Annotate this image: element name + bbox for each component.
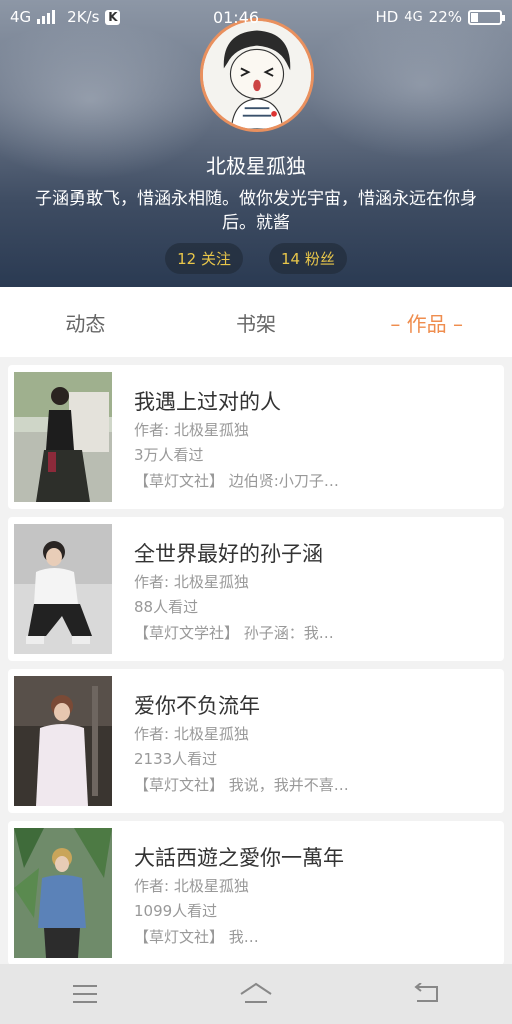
tab-bookshelf[interactable]: 书架 [171,308,342,337]
book-tagline: 【草灯文社】 我… [134,928,259,946]
back-icon [414,983,438,1002]
book-card[interactable]: 我遇上过对的人 作者: 北极星孤独 3万人看过 【草灯文社】 边伯贤:小刀子… [8,365,504,509]
book-views: 3万人看过 [134,446,204,464]
username: 北极星孤独 [206,154,306,178]
book-tagline: 【草灯文社】 边伯贤:小刀子… [134,472,339,490]
tab-activity[interactable]: 动态 [0,308,171,337]
avatar-image [203,21,311,129]
avatar[interactable] [200,18,314,132]
book-author: 作者: 北极星孤独 [134,421,249,439]
book-tagline: 【草灯文学社】 孙子涵：我… [134,624,334,642]
book-cover [14,828,112,958]
home-icon [240,982,272,1003]
menu-button[interactable] [55,974,115,1014]
system-nav-bar [0,964,512,1024]
book-views: 88人看过 [134,598,199,616]
works-list: 我遇上过对的人 作者: 北极星孤独 3万人看过 【草灯文社】 边伯贤:小刀子… … [0,357,512,964]
book-title: 全世界最好的孙子涵 [134,542,323,566]
tab-works[interactable]: – 作品 – [341,308,512,337]
network-type: 4G [10,8,32,26]
battery-icon [468,9,505,25]
book-card[interactable]: 大話西遊之愛你一萬年 作者: 北极星孤独 1099人看过 【草灯文社】 我… [8,821,504,964]
book-title: 爱你不负流年 [134,694,260,718]
following-count-button[interactable]: 12 关注 [165,243,243,274]
book-title: 我遇上过对的人 [134,390,281,414]
book-author: 作者: 北极星孤独 [134,573,249,591]
hd-indicator: HD [375,8,399,26]
app-badge-icon: K [105,9,121,25]
book-cover [14,676,112,806]
book-card[interactable]: 全世界最好的孙子涵 作者: 北极星孤独 88人看过 【草灯文学社】 孙子涵：我… [8,517,504,661]
menu-icon [73,985,98,1003]
status-bar: 4G 2K/s K 01:46 HD 4G 22% [0,0,512,34]
followers-count-button[interactable]: 14 粉丝 [269,243,347,274]
book-tagline: 【草灯文社】 我说，我并不喜… [134,776,349,794]
book-title: 大話西遊之愛你一萬年 [134,846,344,870]
profile-tabs: 动态 书架 – 作品 – [0,287,512,357]
home-button[interactable] [226,974,286,1014]
book-cover [14,524,112,654]
network-type-right: 4G [404,9,423,25]
profile-header: 4G 2K/s K 01:46 HD 4G 22% 北极星孤独 子涵勇敢飞，惜涵… [0,0,512,287]
back-button[interactable] [397,974,457,1014]
book-author: 作者: 北极星孤独 [134,877,249,895]
signal-icon [37,10,56,24]
network-speed: 2K/s [67,8,100,26]
clock: 01:46 [212,7,260,27]
bio-text: 子涵勇敢飞，惜涵永相随。做你发光宇宙，惜涵永远在你身后。就酱 [35,189,477,233]
book-author: 作者: 北极星孤独 [134,725,249,743]
book-views: 1099人看过 [134,902,218,920]
book-card[interactable]: 爱你不负流年 作者: 北极星孤独 2133人看过 【草灯文社】 我说，我并不喜… [8,669,504,813]
battery-percent: 22% [428,8,462,26]
book-cover [14,372,112,502]
book-views: 2133人看过 [134,750,218,768]
